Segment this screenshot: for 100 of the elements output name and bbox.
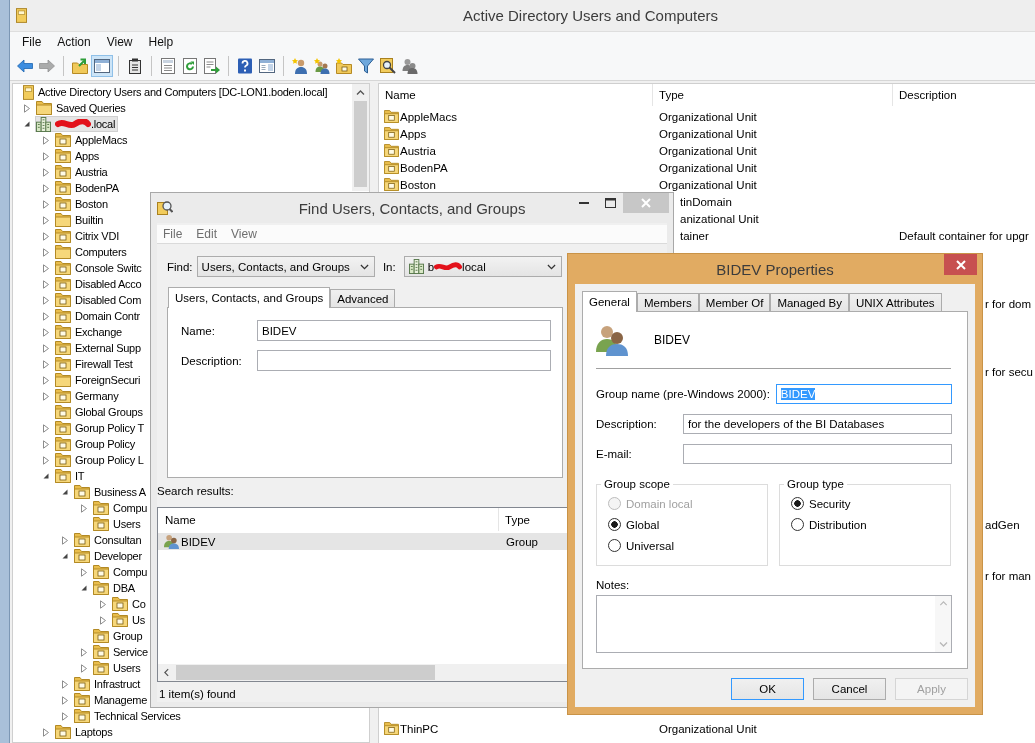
expand-triangle-icon[interactable] bbox=[43, 183, 49, 193]
tab[interactable]: Members bbox=[636, 293, 699, 311]
column-header[interactable]: Name bbox=[379, 84, 653, 106]
chevron-down-icon[interactable] bbox=[938, 642, 948, 647]
item-name[interactable]: Boston bbox=[400, 178, 436, 191]
expand-triangle-icon[interactable] bbox=[43, 311, 49, 321]
tree-item[interactable]: Disabled Com bbox=[54, 292, 145, 308]
text-field[interactable] bbox=[257, 350, 551, 371]
column-header[interactable]: Name bbox=[158, 508, 499, 531]
expand-triangle-icon[interactable] bbox=[81, 503, 87, 513]
tab[interactable]: Managed By bbox=[770, 293, 849, 311]
collapse-triangle-icon[interactable] bbox=[62, 489, 68, 495]
collapse-triangle-icon[interactable] bbox=[62, 553, 68, 559]
expand-triangle-icon[interactable] bbox=[62, 535, 68, 545]
item-name[interactable]: BodenPA bbox=[400, 161, 448, 174]
item-name[interactable]: AppleMacs bbox=[400, 110, 457, 123]
tree-item[interactable]: Group Policy L bbox=[54, 452, 147, 468]
expand-triangle-icon[interactable] bbox=[43, 423, 49, 433]
menu-item[interactable]: View bbox=[98, 34, 141, 50]
expand-triangle-icon[interactable] bbox=[43, 343, 49, 353]
collapse-triangle-icon[interactable] bbox=[24, 121, 30, 127]
menu-item[interactable]: Help bbox=[140, 34, 182, 50]
menu-item[interactable]: Action bbox=[49, 34, 99, 50]
tree-item[interactable]: Exchange bbox=[54, 324, 125, 340]
expand-triangle-icon[interactable] bbox=[43, 391, 49, 401]
tree-item[interactable]: Infrastruct bbox=[73, 676, 144, 692]
toolbar-button[interactable] bbox=[355, 55, 377, 77]
tree-item[interactable]: Active Directory Users and Computers [DC-LON1.boden.local] bbox=[22, 84, 331, 100]
tab[interactable]: General bbox=[582, 291, 637, 312]
radio-button[interactable] bbox=[608, 518, 621, 531]
expand-triangle-icon[interactable] bbox=[43, 327, 49, 337]
expand-triangle-icon[interactable] bbox=[43, 279, 49, 289]
tab[interactable]: Advanced bbox=[330, 289, 396, 307]
tree-item[interactable]: BodenPA bbox=[54, 180, 122, 196]
expand-triangle-icon[interactable] bbox=[62, 695, 68, 705]
radio-button[interactable] bbox=[608, 539, 621, 552]
notes-field[interactable] bbox=[596, 595, 952, 653]
expand-triangle-icon[interactable] bbox=[43, 295, 49, 305]
tree-item[interactable]: IT bbox=[54, 468, 88, 484]
text-field[interactable]: for the developers of the BI Databases bbox=[683, 414, 952, 434]
tree-item[interactable]: Saved Queries bbox=[35, 100, 129, 116]
expand-triangle-icon[interactable] bbox=[24, 103, 30, 113]
dialog-button[interactable]: Cancel bbox=[813, 678, 886, 700]
expand-triangle-icon[interactable] bbox=[43, 151, 49, 161]
expand-triangle-icon[interactable] bbox=[43, 215, 49, 225]
column-header[interactable]: Description bbox=[893, 84, 1035, 106]
expand-triangle-icon[interactable] bbox=[81, 567, 87, 577]
expand-triangle-icon[interactable] bbox=[43, 135, 49, 145]
collapse-triangle-icon[interactable] bbox=[81, 585, 87, 591]
close-button[interactable] bbox=[944, 254, 977, 275]
tree-item[interactable]: Citrix VDI bbox=[54, 228, 122, 244]
menu-item[interactable]: Edit bbox=[190, 227, 226, 241]
tree-item[interactable]: Builtin bbox=[54, 212, 107, 228]
text-field[interactable] bbox=[683, 444, 952, 464]
item-name[interactable]: ThinPC bbox=[400, 722, 439, 735]
tree-item[interactable]: Us bbox=[111, 612, 148, 628]
chevron-left-icon[interactable] bbox=[164, 668, 169, 677]
tree-item[interactable]: Boston bbox=[54, 196, 111, 212]
tree-item[interactable]: Technical Services bbox=[73, 708, 184, 724]
item-name[interactable]: Austria bbox=[400, 144, 436, 157]
scope-dropdown[interactable]: b local bbox=[403, 256, 562, 277]
tree-item[interactable]: Compu bbox=[92, 564, 151, 580]
menu-item[interactable]: File bbox=[157, 227, 191, 241]
radio-label[interactable]: Distribution bbox=[809, 518, 867, 531]
tree-item[interactable]: Consultan bbox=[73, 532, 145, 548]
tree-item[interactable]: Laptops bbox=[54, 724, 116, 740]
collapse-triangle-icon[interactable] bbox=[43, 473, 49, 479]
radio-button[interactable] bbox=[791, 497, 804, 510]
expand-triangle-icon[interactable] bbox=[43, 263, 49, 273]
tree-item[interactable]: Developer bbox=[73, 548, 145, 564]
expand-triangle-icon[interactable] bbox=[100, 599, 106, 609]
tab[interactable]: Users, Contacts, and Groups bbox=[168, 287, 331, 308]
tree-item[interactable]: Business A bbox=[73, 484, 149, 500]
expand-triangle-icon[interactable] bbox=[43, 375, 49, 385]
tree-item[interactable]: Austria bbox=[54, 164, 111, 180]
menu-item[interactable]: View bbox=[225, 227, 265, 241]
expand-triangle-icon[interactable] bbox=[43, 455, 49, 465]
radio-button[interactable] bbox=[791, 518, 804, 531]
tree-item[interactable]: AppleMacs bbox=[54, 132, 131, 148]
scrollbar-thumb[interactable] bbox=[176, 665, 435, 680]
tree-item[interactable]: ForeignSecuri bbox=[54, 372, 144, 388]
tree-item[interactable]: Users bbox=[92, 660, 144, 676]
expand-triangle-icon[interactable] bbox=[62, 679, 68, 689]
tree-item[interactable]: Germany bbox=[54, 388, 122, 404]
tree-item[interactable]: Computers bbox=[54, 244, 130, 260]
expand-triangle-icon[interactable] bbox=[43, 231, 49, 241]
expand-triangle-icon[interactable] bbox=[43, 439, 49, 449]
item-name[interactable]: Apps bbox=[400, 127, 427, 140]
expand-triangle-icon[interactable] bbox=[43, 247, 49, 257]
expand-triangle-icon[interactable] bbox=[43, 359, 49, 369]
radio-label[interactable]: Global bbox=[626, 518, 660, 531]
tree-item[interactable]: Apps bbox=[54, 148, 103, 164]
tab[interactable]: Member Of bbox=[698, 293, 771, 311]
tree-item[interactable]: External Supp bbox=[54, 340, 144, 356]
tree-item[interactable]: Firewall Test bbox=[54, 356, 136, 372]
tree-item[interactable]: Console Switc bbox=[54, 260, 145, 276]
dialog-button[interactable]: OK bbox=[731, 678, 804, 700]
expand-triangle-icon[interactable] bbox=[43, 167, 49, 177]
chevron-up-icon[interactable] bbox=[356, 89, 365, 96]
toolbar-button[interactable] bbox=[91, 55, 113, 77]
